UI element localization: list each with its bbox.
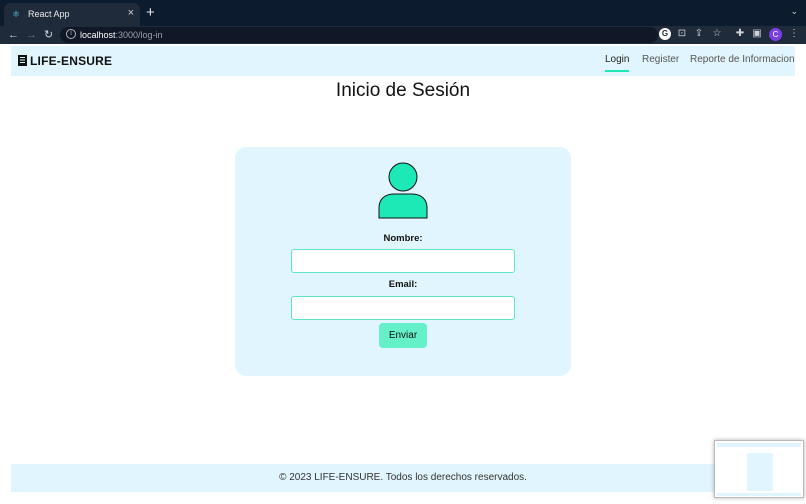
back-arrow-icon[interactable]: ←	[8, 27, 19, 43]
nav-reporte-link[interactable]: Reporte de Informacion	[690, 54, 795, 70]
share-icon[interactable]: ⇪	[693, 28, 705, 40]
nombre-label: Nombre:	[383, 233, 423, 244]
nav-login-link[interactable]: Login	[605, 54, 630, 72]
site-info-icon[interactable]: i	[66, 29, 76, 39]
email-label: Email:	[388, 279, 418, 290]
page-title: Inicio de Sesión	[335, 80, 471, 101]
reload-icon[interactable]: ↻	[44, 27, 53, 43]
forward-arrow-icon[interactable]: →	[26, 27, 37, 43]
extensions-puzzle-icon[interactable]: ✚	[734, 28, 746, 40]
new-tab-icon[interactable]: +	[146, 4, 155, 22]
tab-search-chevron-icon[interactable]: ⌄	[790, 6, 798, 17]
browser-tab[interactable]: ⚛ React App ×	[4, 3, 140, 26]
side-panel-icon[interactable]: ▣	[751, 28, 763, 40]
browser-menu-icon[interactable]: ⋮	[788, 28, 800, 40]
app-navbar: LIFE-ENSURE Login Register Reporte de In…	[11, 46, 795, 76]
install-app-icon[interactable]: ⊡	[676, 28, 688, 40]
nombre-input[interactable]	[291, 249, 515, 273]
url-text: localhost:3000/log-in	[80, 30, 163, 40]
thumbnail-footer	[717, 493, 801, 496]
enviar-button[interactable]: Enviar	[379, 323, 427, 348]
address-bar[interactable]: i localhost:3000/log-in	[60, 27, 658, 43]
brand-name: LIFE-ENSURE	[30, 54, 113, 68]
browser-toolbar: ← → ↻ i localhost:3000/log-in G ⊡ ⇪ ☆ ✚ …	[0, 26, 806, 44]
email-input[interactable]	[291, 296, 515, 320]
building-icon	[18, 55, 27, 66]
footer: © 2023 LIFE-ENSURE. Todos los derechos r…	[11, 464, 795, 492]
browser-tab-bar: ⚛ React App × + ⌄	[0, 0, 806, 26]
login-card: Nombre: Email: Enviar	[235, 147, 571, 376]
brand-logo[interactable]: LIFE-ENSURE	[18, 54, 112, 68]
tab-title: React App	[28, 9, 70, 19]
close-tab-icon[interactable]: ×	[128, 7, 134, 19]
thumbnail-navbar	[717, 443, 801, 447]
user-avatar-icon	[378, 162, 428, 219]
thumbnail-card	[747, 453, 773, 491]
bookmark-star-icon[interactable]: ☆	[711, 28, 723, 40]
screenshot-preview-thumbnail[interactable]	[714, 440, 804, 498]
google-lens-icon[interactable]: G	[659, 28, 671, 40]
nav-register-link[interactable]: Register	[642, 54, 679, 70]
profile-avatar[interactable]: C	[769, 28, 782, 41]
react-favicon-icon: ⚛	[12, 9, 21, 19]
